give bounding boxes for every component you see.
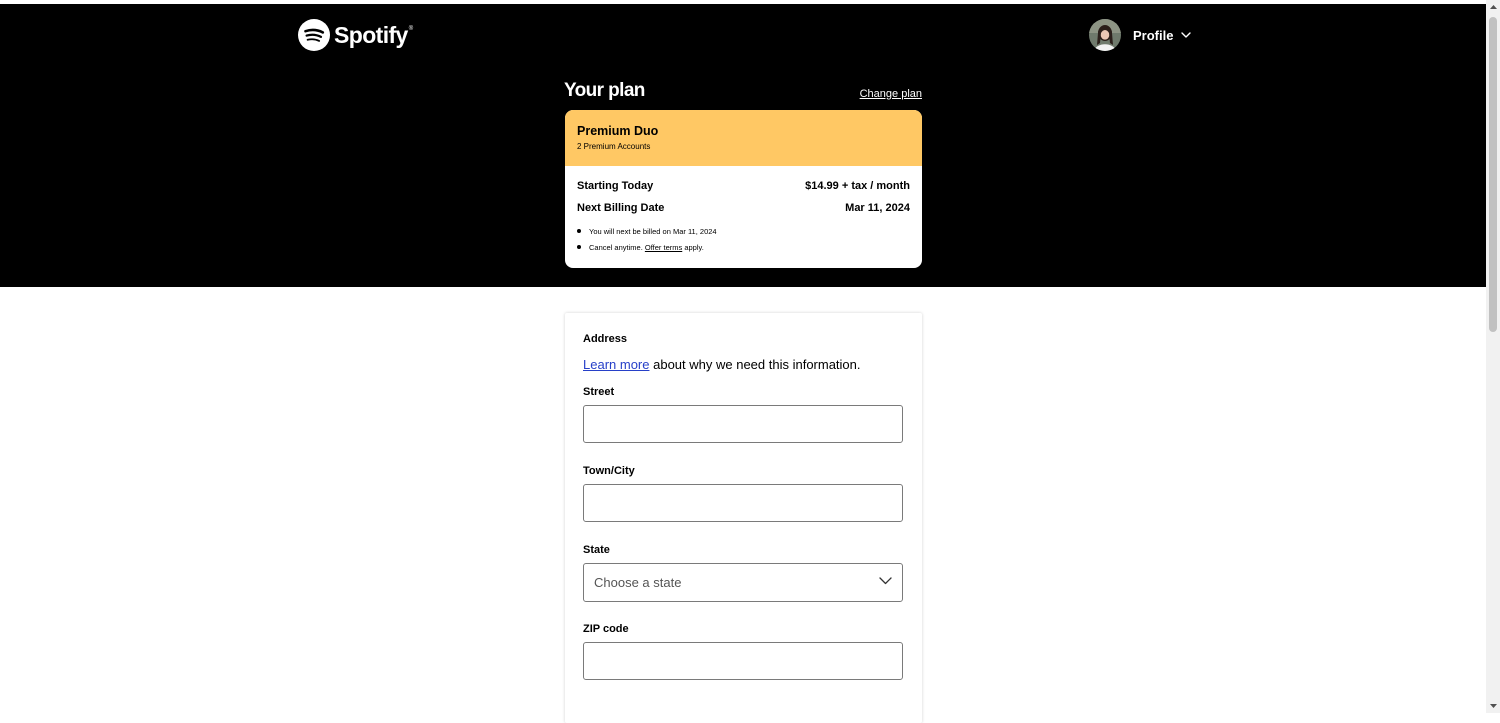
plan-card-body: Starting Today $14.99 + tax / month Next… [565,166,922,258]
page-scrollbar[interactable] [1486,0,1500,713]
plan-name: Premium Duo [577,124,910,138]
scroll-down-icon[interactable] [1486,699,1500,713]
change-plan-link[interactable]: Change plan [860,88,922,100]
address-info-text: Learn more about why we need this inform… [583,357,904,372]
learn-more-link[interactable]: Learn more [583,357,649,372]
plan-card-header: Premium Duo 2 Premium Accounts [565,110,922,166]
plan-row-value: Mar 11, 2024 [845,202,910,224]
plan-row-label: Starting Today [577,180,653,202]
profile-menu-button[interactable]: Profile [1089,19,1191,51]
zip-input[interactable] [583,642,903,680]
city-label: Town/City [583,465,904,477]
state-select[interactable]: Choose a state [583,563,903,602]
plan-accounts: 2 Premium Accounts [577,142,910,151]
plan-row-label: Next Billing Date [577,202,664,224]
spotify-logo[interactable]: Spotify® [298,19,413,51]
street-label: Street [583,386,904,398]
plan-title: Your plan [564,80,645,102]
scrollbar-thumb[interactable] [1489,17,1497,332]
plan-card: Premium Duo 2 Premium Accounts Starting … [565,110,922,268]
plan-row-starting: Starting Today $14.99 + tax / month [577,180,910,202]
spotify-logo-icon [298,19,330,51]
brand-wordmark: Spotify® [334,22,413,49]
address-title: Address [583,333,904,345]
plan-note-cancel: Cancel anytime. Offer terms apply. [589,242,910,258]
plan-notes: You will next be billed on Mar 11, 2024 … [577,226,910,258]
avatar [1089,19,1121,51]
plan-row-value: $14.99 + tax / month [805,180,910,202]
city-input[interactable] [583,484,903,522]
scroll-up-icon[interactable] [1486,0,1500,14]
profile-label: Profile [1133,28,1173,43]
zip-label: ZIP code [583,623,904,635]
state-label: State [583,544,904,556]
street-input[interactable] [583,405,903,443]
chevron-down-icon [879,577,892,585]
plan-note-billing: You will next be billed on Mar 11, 2024 [589,226,910,242]
chevron-down-icon [1181,32,1191,38]
address-form: Address Learn more about why we need thi… [565,313,922,723]
offer-terms-link[interactable]: Offer terms [645,243,682,252]
plan-row-billing-date: Next Billing Date Mar 11, 2024 [577,202,910,224]
state-select-value: Choose a state [594,575,681,590]
